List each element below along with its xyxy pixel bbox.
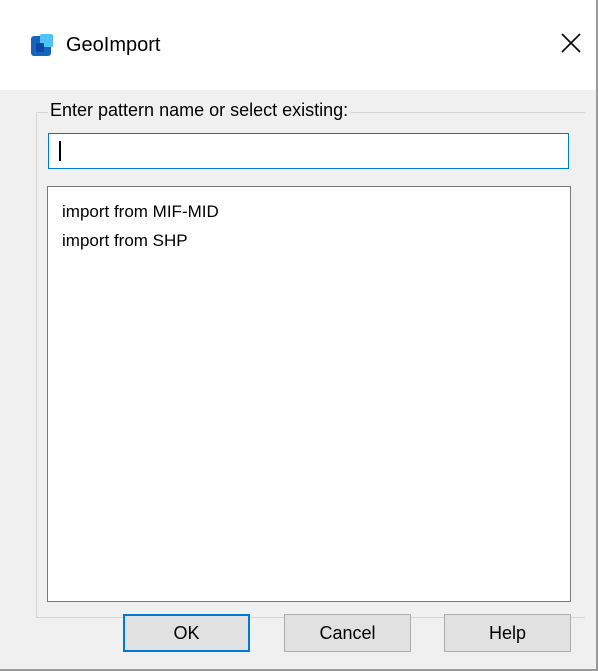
pattern-list[interactable]: import from MIF-MID import from SHP xyxy=(47,186,571,602)
geoimport-dialog: GeoImport Enter pattern name or select e… xyxy=(0,0,598,671)
cancel-button[interactable]: Cancel xyxy=(284,614,411,652)
text-caret xyxy=(59,141,61,161)
close-button[interactable] xyxy=(548,22,594,68)
help-button[interactable]: Help xyxy=(444,614,571,652)
app-icon xyxy=(31,34,53,56)
title-bar[interactable]: GeoImport xyxy=(0,0,596,90)
close-icon xyxy=(561,33,581,53)
window-title: GeoImport xyxy=(66,34,161,56)
list-item-mif-mid[interactable]: import from MIF-MID xyxy=(62,201,219,223)
list-item-shp[interactable]: import from SHP xyxy=(62,230,188,252)
pattern-name-input[interactable] xyxy=(48,133,569,169)
pattern-prompt-label: Enter pattern name or select existing: xyxy=(48,99,351,121)
ok-button[interactable]: OK xyxy=(123,614,250,652)
